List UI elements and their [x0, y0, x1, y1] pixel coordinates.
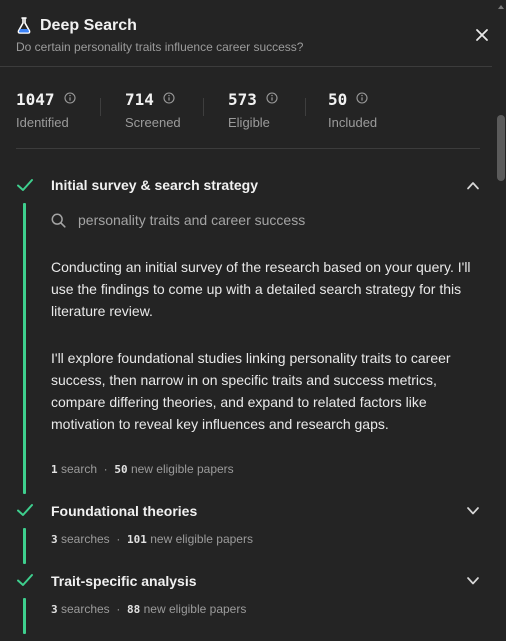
- close-icon[interactable]: [474, 27, 490, 43]
- header-title-row: Deep Search: [16, 17, 137, 35]
- stats-divider: [16, 148, 480, 149]
- search-query-text: personality traits and career success: [78, 212, 306, 228]
- stat-label: Included: [328, 115, 378, 130]
- step-title[interactable]: Initial survey & search strategy: [51, 177, 258, 193]
- scrollbar-thumb[interactable]: [497, 115, 505, 181]
- stat-eligible: 573 Eligible: [228, 90, 278, 130]
- flask-icon: [17, 17, 31, 34]
- step-progress-line: [23, 598, 26, 634]
- chevron-down-icon[interactable]: [466, 576, 480, 585]
- panel-title: Deep Search: [40, 17, 137, 34]
- stats-row: 1047 Identified 714 Screened 573 Eligibl…: [16, 90, 476, 132]
- check-icon: [17, 574, 33, 586]
- step-progress-line: [23, 203, 26, 494]
- step-progress-line: [23, 528, 26, 564]
- step-meta: 3 searches · 101 new eligible papers: [51, 532, 253, 546]
- chevron-down-icon[interactable]: [466, 506, 480, 515]
- stat-value: 1047: [16, 90, 55, 109]
- search-count-label: searches: [60, 532, 110, 546]
- step-title[interactable]: Foundational theories: [51, 503, 197, 519]
- check-icon: [17, 179, 33, 191]
- check-icon: [17, 504, 33, 516]
- info-icon[interactable]: [63, 92, 76, 104]
- stat-screened: 714 Screened: [125, 90, 181, 130]
- stat-label: Eligible: [228, 115, 270, 130]
- paper-count: 88: [127, 603, 141, 616]
- paper-count: 50: [114, 463, 128, 476]
- search-count: 1: [51, 463, 58, 476]
- stat-included: 50 Included: [328, 90, 377, 130]
- stat-identified: 1047 Identified: [16, 90, 76, 130]
- search-count-label: searches: [60, 602, 110, 616]
- stat-divider: [305, 98, 306, 116]
- stat-value: 714: [125, 90, 154, 109]
- search-count: 3: [51, 603, 58, 616]
- meta-separator: ·: [103, 462, 108, 476]
- stat-divider: [203, 98, 204, 116]
- query-subtitle: Do certain personality traits influence …: [16, 40, 304, 54]
- search-count: 3: [51, 533, 58, 546]
- step-meta: 3 searches · 88 new eligible papers: [51, 602, 246, 616]
- chevron-up-icon[interactable]: [466, 181, 480, 190]
- info-icon[interactable]: [356, 92, 368, 104]
- stat-divider: [100, 98, 101, 116]
- paper-count-label: new eligible papers: [130, 462, 234, 476]
- search-icon: [51, 213, 66, 228]
- paper-count: 101: [127, 533, 147, 546]
- meta-separator: ·: [116, 602, 121, 616]
- stat-value: 50: [328, 90, 348, 109]
- scroll-up-arrow-icon[interactable]: [496, 0, 506, 14]
- stat-value: 573: [228, 90, 257, 109]
- info-icon[interactable]: [163, 92, 175, 104]
- step-meta: 1 search · 50 new eligible papers: [51, 462, 234, 476]
- search-query-row: personality traits and career success: [51, 212, 305, 228]
- panel-header: Deep Search Do certain personality trait…: [16, 17, 490, 57]
- info-icon[interactable]: [266, 92, 278, 104]
- meta-separator: ·: [116, 532, 121, 546]
- step-title[interactable]: Trait-specific analysis: [51, 573, 197, 589]
- header-divider: [0, 66, 492, 67]
- paper-count-label: new eligible papers: [150, 532, 253, 546]
- paper-count-label: new eligible papers: [143, 602, 247, 616]
- stat-label: Screened: [125, 115, 181, 130]
- stat-label: Identified: [16, 115, 69, 130]
- step-description: Conducting an initial survey of the rese…: [51, 259, 471, 319]
- search-count-label: search: [60, 462, 97, 476]
- step-plan: I'll explore foundational studies linkin…: [51, 350, 451, 432]
